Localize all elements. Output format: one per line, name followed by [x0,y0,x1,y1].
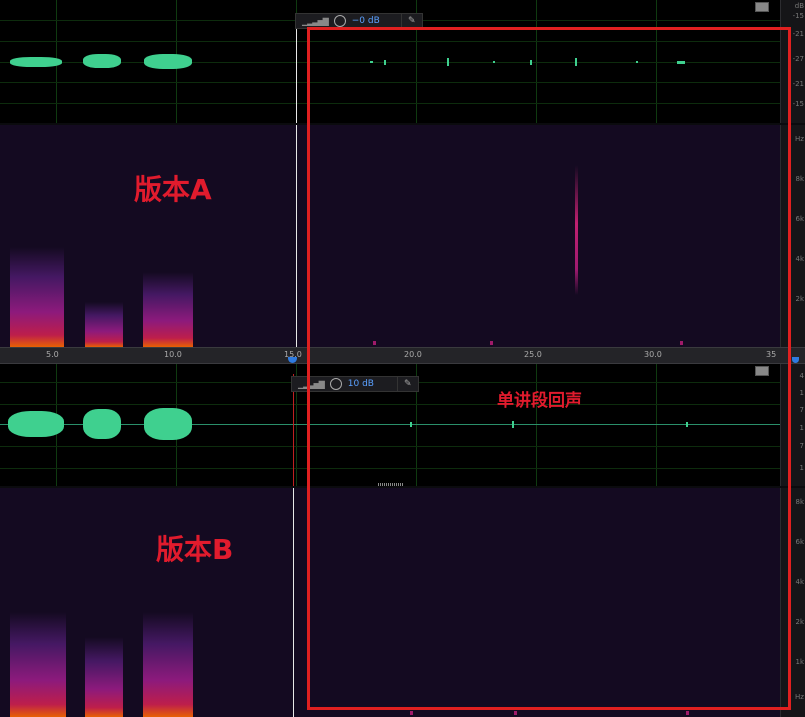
version-b-label: 版本B [156,533,234,566]
waveform-burst [83,409,121,439]
waveform-burst [10,57,62,67]
playhead-marker[interactable] [288,357,297,363]
gain-knob[interactable] [333,15,346,27]
end-marker[interactable] [792,357,799,363]
waveform-burst [8,411,64,437]
zoom-corner-button[interactable] [755,2,769,12]
time-tick: 10.0 [164,350,182,359]
waveform-burst [144,408,192,440]
pin-icon: ✎ [408,16,416,26]
time-tick: 5.0 [46,350,59,359]
echo-highlight-box [307,27,791,710]
version-a-label: 版本A [134,173,212,206]
gain-readout: −0 dB [351,16,380,26]
waveform-burst [144,54,192,69]
level-bars-icon: ▁▂▃▅▇ [302,16,329,26]
playhead-line[interactable] [296,14,297,123]
waveform-burst [83,54,121,68]
